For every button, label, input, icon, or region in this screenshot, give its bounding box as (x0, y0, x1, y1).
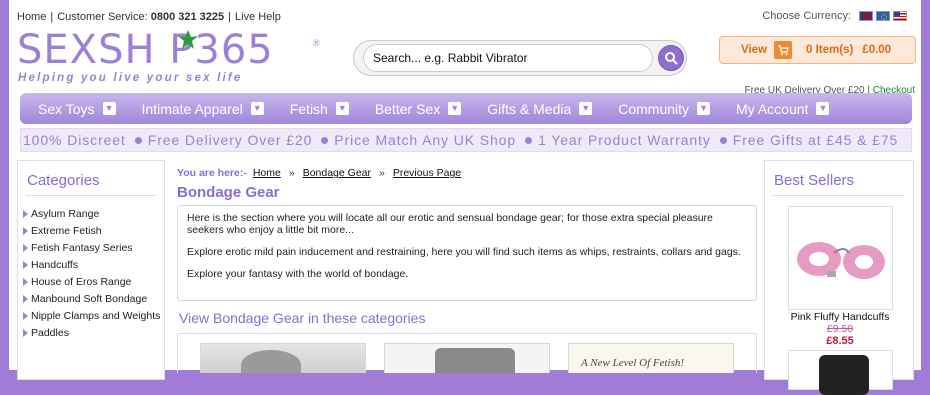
subcategories-title: View Bondage Gear in these categories (179, 310, 426, 326)
nav-label: Better Sex (374, 100, 441, 117)
intro-box: Here is the section where you will locat… (177, 205, 757, 301)
product-name[interactable]: Pink Fluffy Handcuffs (765, 311, 915, 323)
category-item[interactable]: Paddles (18, 327, 164, 339)
currency-label: Choose Currency: (762, 10, 851, 22)
subcategory-thumbnail[interactable]: A New Level Of Fetish! (568, 343, 734, 373)
nav-item-better-sex[interactable]: Better Sex ▼ (374, 100, 462, 117)
divider (26, 195, 156, 196)
live-help-link[interactable]: Live Help (235, 11, 281, 23)
category-list: Asylum Range Extreme Fetish Fetish Fanta… (18, 208, 164, 339)
basket-item-count: 0 Item(s) (806, 44, 854, 56)
nav-item-community[interactable]: Community ▼ (618, 100, 711, 117)
chevron-down-icon: ▼ (102, 102, 116, 115)
logo-wordmark: SEXSH P365 (17, 27, 274, 73)
home-link[interactable]: Home (17, 11, 46, 23)
categories-sidebar: Categories Asylum Range Extreme Fetish F… (17, 160, 165, 380)
tagline: Helping you live your sex life (18, 72, 243, 84)
intro-paragraph: Explore erotic mild pain inducement and … (187, 246, 741, 258)
category-item[interactable]: Manbound Soft Bondage (18, 293, 164, 305)
previous-page-link[interactable]: Previous Page (393, 167, 461, 179)
best-sellers-title: Best Sellers (774, 172, 855, 189)
category-item[interactable]: Extreme Fetish (18, 225, 164, 237)
product-old-price: £9.50 (826, 323, 854, 335)
uk-flag-icon[interactable] (859, 11, 873, 21)
nav-label: Intimate Apparel (141, 100, 243, 117)
nav-label: Community (618, 100, 690, 117)
chevron-down-icon: ▼ (250, 102, 264, 115)
chevron-down-icon: ▼ (579, 102, 593, 115)
bullet-icon (321, 136, 329, 144)
bullet-icon (525, 136, 533, 144)
us-flag-icon[interactable] (893, 11, 907, 21)
handcuffs-image (797, 242, 885, 279)
search-icon (665, 52, 678, 65)
currency-selector: Choose Currency: (762, 10, 907, 22)
best-sellers-sidebar: Best Sellers Pink Fluffy Handcuffs £9.50… (764, 160, 915, 395)
categories-title: Categories (27, 172, 100, 189)
category-item[interactable]: Handcuffs (18, 259, 164, 271)
promo-item: 1 Year Product Warranty (538, 132, 711, 148)
promo-item: Price Match Any UK Shop (334, 132, 517, 148)
breadcrumb-separator: » (288, 167, 295, 179)
breadcrumb-separator: » (379, 167, 385, 179)
category-item[interactable]: Nipple Clamps and Weights (18, 310, 164, 322)
chevron-down-icon: ▼ (697, 102, 711, 115)
eu-flag-icon[interactable] (876, 11, 890, 21)
phone-number: 0800 321 3225 (150, 11, 225, 23)
product-price: £8.55 (826, 335, 854, 347)
subcategory-thumbnail[interactable] (200, 343, 366, 373)
bullet-icon (134, 136, 142, 144)
site-logo[interactable]: SEXSH P365 ® (17, 27, 320, 73)
nav-label: Gifts & Media (487, 100, 572, 117)
nav-label: My Account (736, 100, 809, 117)
product-image[interactable] (788, 350, 893, 395)
nav-label: Fetish (289, 100, 328, 117)
promo-bar: 100% Discreet Free Delivery Over £20 Pri… (20, 128, 912, 152)
thumbnail-caption: A New Level Of Fetish! (581, 357, 685, 369)
breadcrumb: You are here:- Home » Bondage Gear » Pre… (177, 167, 757, 179)
category-item[interactable]: Fetish Fantasy Series (18, 242, 164, 254)
search-box (353, 40, 687, 76)
page-title: Bondage Gear (177, 184, 280, 201)
nav-item-fetish[interactable]: Fetish ▼ (290, 101, 349, 117)
search-button[interactable] (658, 45, 684, 71)
bullet-icon (719, 136, 727, 144)
product-image[interactable] (788, 206, 893, 310)
breadcrumb-label: You are here:- (177, 167, 247, 179)
nav-item-gifts-media[interactable]: Gifts & Media ▼ (487, 100, 593, 117)
customer-service-label: Customer Service: (57, 11, 148, 23)
basket-total: £0.00 (862, 44, 892, 56)
nav-label: Sex Toys (38, 100, 95, 117)
nav-item-my-account[interactable]: My Account ▼ (736, 100, 830, 117)
cart-icon (774, 41, 792, 59)
promo-item: Free Gifts at £45 & £75 (732, 132, 899, 148)
search-input[interactable] (363, 44, 653, 72)
breadcrumb-current[interactable]: Bondage Gear (303, 167, 371, 179)
chevron-down-icon: ▼ (335, 102, 349, 115)
subcategory-thumbnail[interactable] (384, 343, 550, 373)
promo-item: 100% Discreet (23, 132, 126, 148)
subcategory-grid: A New Level Of Fetish! (177, 333, 757, 373)
basket[interactable]: View 0 Item(s) £0.00 (719, 36, 916, 64)
chevron-down-icon: ▼ (448, 102, 462, 115)
top-links: Home | Customer Service: 0800 321 3225 | Liv… (17, 11, 281, 23)
page: Home | Customer Service: 0800 321 3225 | Liv… (9, 0, 921, 395)
intro-paragraph: Here is the section where you will locat… (187, 212, 713, 236)
category-item[interactable]: House of Eros Range (18, 276, 164, 288)
main-nav: Sex Toys ▼ Intimate Apparel ▼ Fetish ▼ Bett… (20, 93, 912, 124)
divider (773, 195, 905, 196)
category-item[interactable]: Asylum Range (18, 208, 164, 220)
leaf-icon (178, 30, 198, 49)
registered-mark: ® (313, 38, 320, 48)
chevron-down-icon: ▼ (816, 102, 830, 115)
main-content: You are here:- Home » Bondage Gear » Pre… (177, 167, 757, 373)
view-basket-link[interactable]: View (741, 44, 767, 56)
nav-item-intimate-apparel[interactable]: Intimate Apparel ▼ (142, 101, 264, 117)
breadcrumb-home[interactable]: Home (253, 167, 281, 179)
promo-item: Free Delivery Over £20 (147, 132, 313, 148)
intro-paragraph: Explore your fantasy with the world of b… (187, 268, 409, 280)
nav-item-sex-toys[interactable]: Sex Toys ▼ (38, 101, 116, 117)
